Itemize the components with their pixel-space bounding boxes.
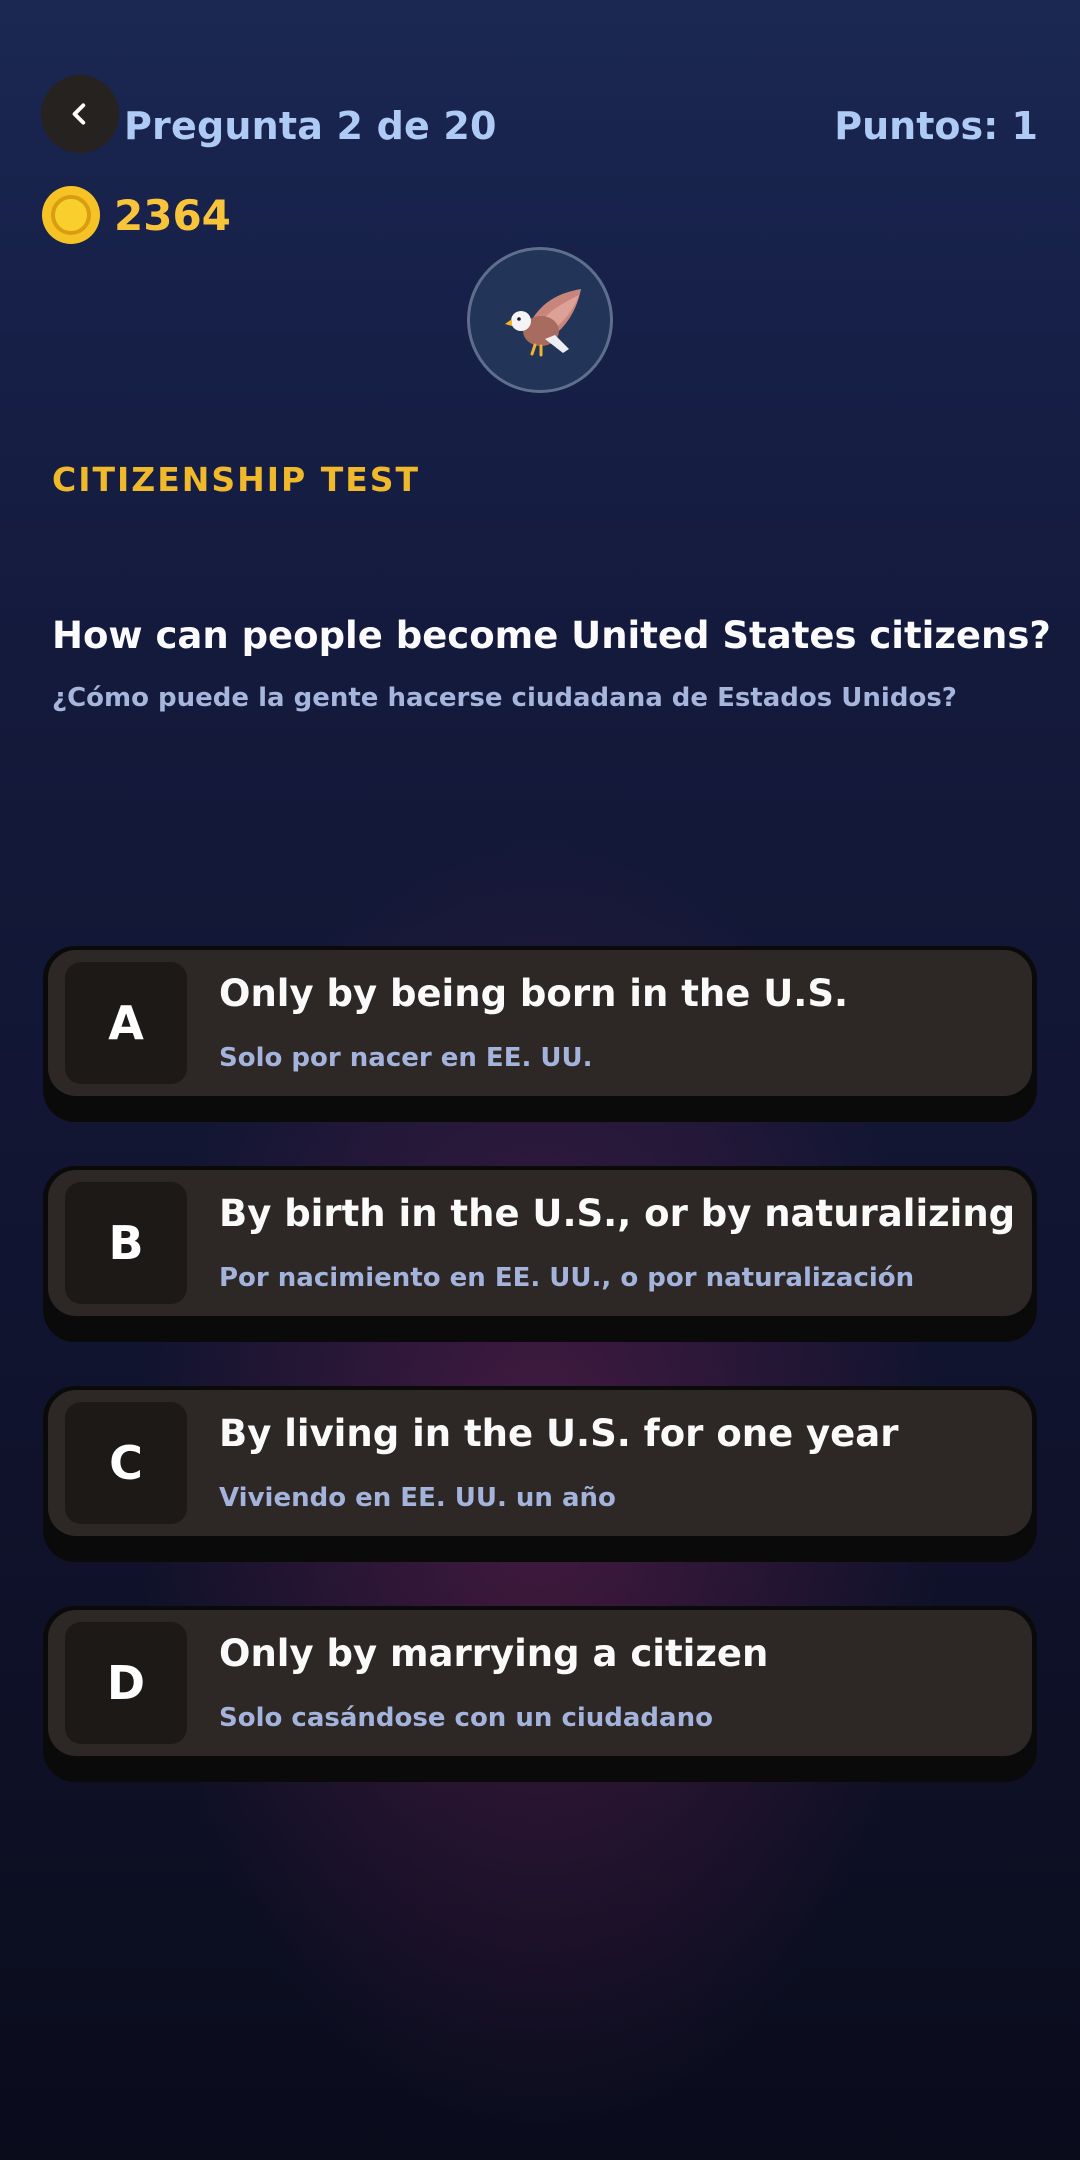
answer-option-a[interactable]: A Only by being born in the U.S. Solo po… (43, 946, 1037, 1122)
answer-option-c[interactable]: C By living in the U.S. for one year Viv… (43, 1386, 1037, 1562)
option-translation: Viviendo en EE. UU. un año (219, 1483, 616, 1513)
option-text: By birth in the U.S., or by naturalizing (219, 1192, 1016, 1235)
option-translation: Por nacimiento en EE. UU., o por natural… (219, 1263, 915, 1293)
answer-option-face: A Only by being born in the U.S. Solo po… (48, 950, 1032, 1096)
answer-option-d[interactable]: D Only by marrying a citizen Solo casánd… (43, 1606, 1037, 1782)
avatar (467, 247, 613, 393)
answer-option-face: B By birth in the U.S., or by naturalizi… (48, 1170, 1032, 1316)
option-text: Only by marrying a citizen (219, 1632, 769, 1675)
option-text: By living in the U.S. for one year (219, 1412, 899, 1455)
option-text: Only by being born in the U.S. (219, 972, 849, 1015)
coin-icon (42, 186, 100, 244)
coin-count: 2364 (114, 190, 231, 240)
option-letter: C (65, 1402, 187, 1524)
option-translation: Solo por nacer en EE. UU. (219, 1043, 593, 1073)
question-text: How can people become United States citi… (52, 614, 1051, 657)
category-label: CITIZENSHIP TEST (52, 460, 421, 499)
coin-balance: 2364 (42, 186, 231, 244)
answer-option-b[interactable]: B By birth in the U.S., or by naturalizi… (43, 1166, 1037, 1342)
question-translation: ¿Cómo puede la gente hacerse ciudadana d… (52, 683, 957, 713)
eagle-icon (505, 289, 581, 357)
question-progress: Pregunta 2 de 20 (124, 104, 497, 148)
option-translation: Solo casándose con un ciudadano (219, 1703, 713, 1733)
answer-option-face: D Only by marrying a citizen Solo casánd… (48, 1610, 1032, 1756)
points-counter: Puntos: 1 (834, 104, 1038, 148)
back-button[interactable] (41, 75, 119, 153)
option-letter: B (65, 1182, 187, 1304)
option-letter: A (65, 962, 187, 1084)
chevron-left-icon (72, 103, 86, 125)
answer-option-face: C By living in the U.S. for one year Viv… (48, 1390, 1032, 1536)
option-letter: D (65, 1622, 187, 1744)
